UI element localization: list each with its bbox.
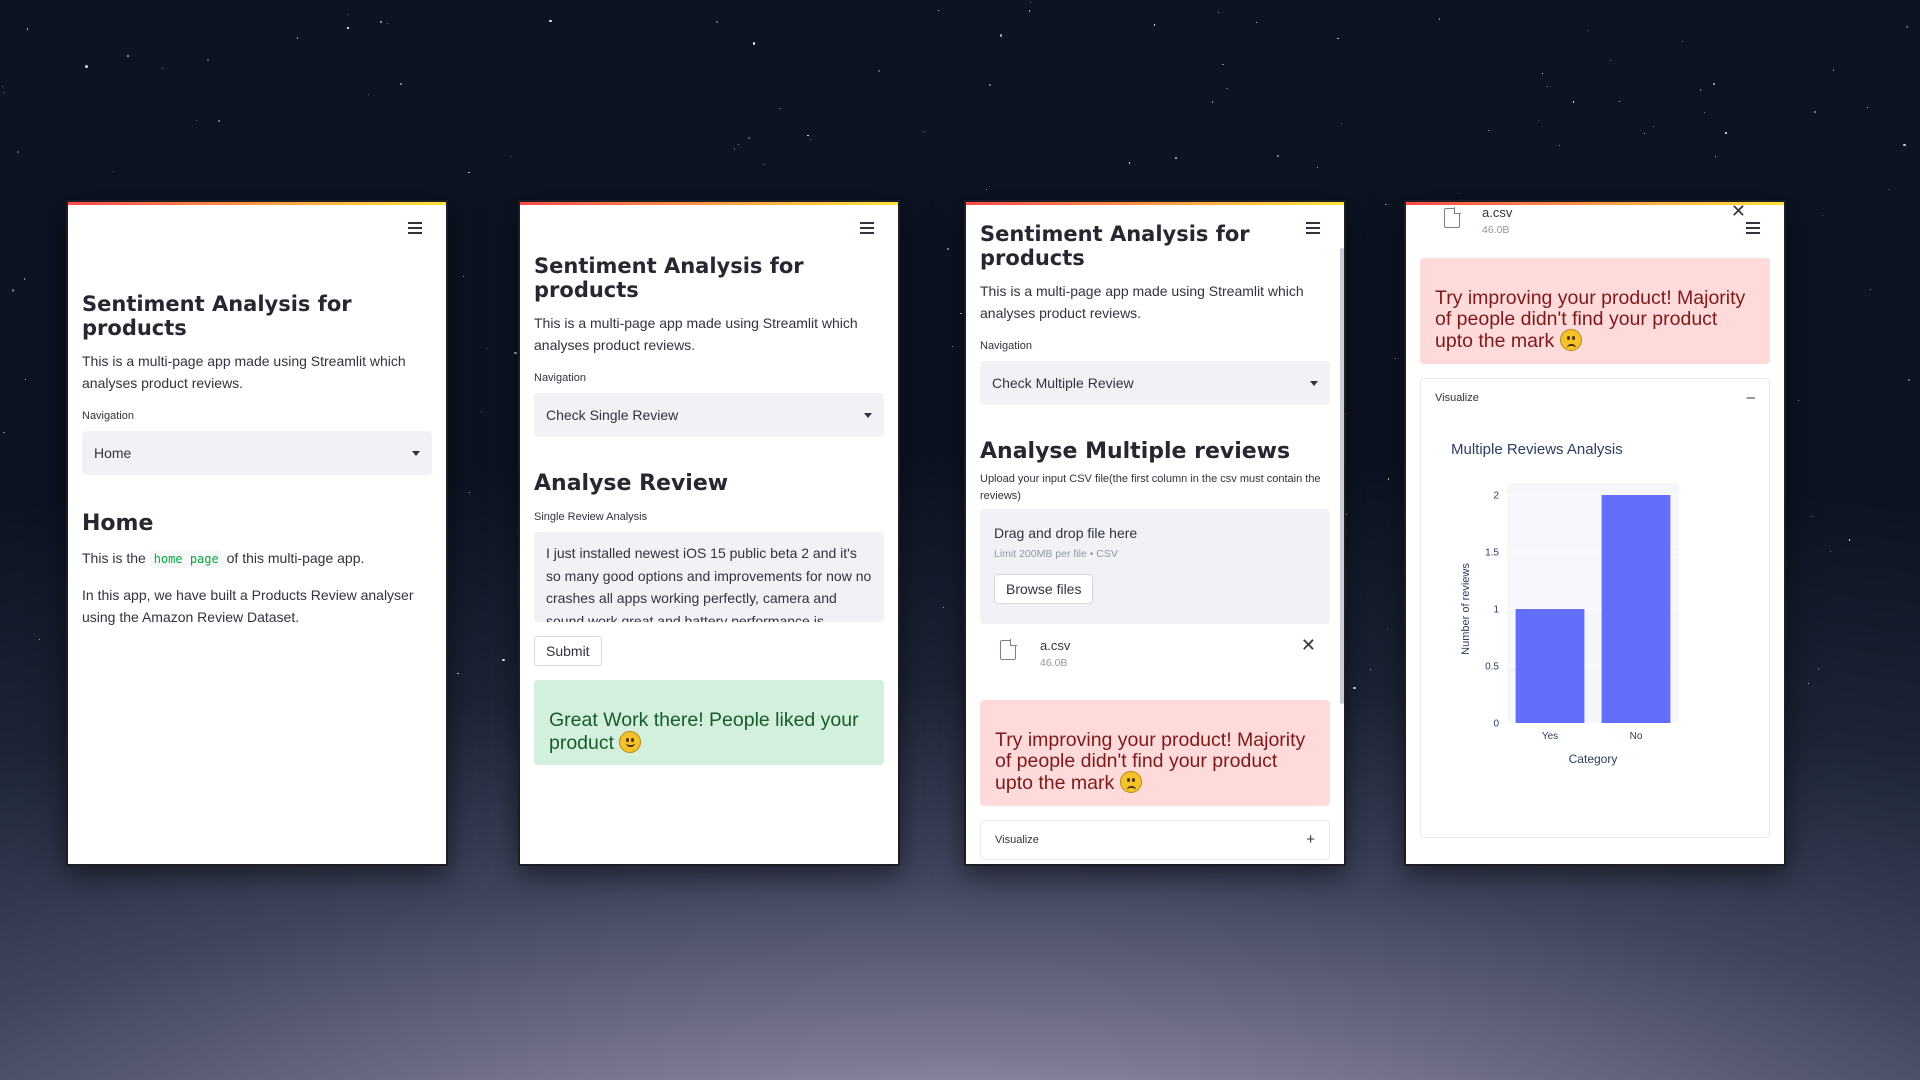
review-textarea[interactable]: I just installed newest iOS 15 public be…: [534, 532, 884, 622]
visualize-expander[interactable]: Visualize – Multiple Reviews Analysis 00…: [1420, 377, 1770, 838]
sad-emoji-icon: [1119, 771, 1142, 793]
sad-emoji-icon: [1559, 329, 1582, 351]
bar-no: [1601, 494, 1671, 723]
panel-multiple-reviews: Sentiment Analysis for products This is …: [964, 200, 1346, 866]
home-intro-text: This is the home page of this multi-page…: [82, 547, 432, 570]
panel-single-review: Sentiment Analysis for products This is …: [518, 200, 900, 866]
file-size: 46.0B: [1482, 224, 1510, 236]
upload-label: Upload your input CSV file(the first col…: [980, 473, 1321, 502]
home-paragraph: In this app, we have built a Products Re…: [82, 587, 414, 625]
file-size: 46.0B: [1040, 657, 1068, 669]
hamburger-menu-icon[interactable]: [1746, 222, 1760, 234]
uploaded-file-row: a.csv 46.0B ✕: [980, 632, 1330, 686]
navigation-select-value: Check Single Review: [546, 407, 679, 423]
visualize-expander[interactable]: Visualize +: [980, 819, 1330, 860]
file-name: a.csv: [1040, 638, 1071, 653]
chart-title: Multiple Reviews Analysis: [1451, 440, 1623, 458]
navigation-select-value: Check Multiple Review: [992, 375, 1134, 391]
hamburger-menu-icon[interactable]: [408, 222, 422, 234]
app-title: Sentiment Analysis for products: [82, 292, 352, 340]
x-tick-label: Yes: [1542, 731, 1558, 742]
file-dropzone[interactable]: Drag and drop file here Limit 200MB per …: [980, 509, 1330, 624]
y-tick-label: 0: [1493, 718, 1499, 729]
success-alert: Great Work there! People liked your prod…: [534, 680, 884, 765]
bar-yes: [1515, 608, 1585, 723]
browse-files-button[interactable]: Browse files: [994, 574, 1094, 604]
error-alert: Try improving your product! Majority of …: [980, 700, 1330, 806]
expander-label: Visualize: [995, 833, 1039, 846]
x-axis-label: Category: [1569, 752, 1618, 766]
navigation-select-value: Home: [94, 445, 132, 461]
home-heading: Home: [82, 511, 154, 536]
home-intro-after: of this multi-page app.: [222, 550, 365, 566]
chevron-down-icon: [412, 450, 420, 456]
y-tick-label: 1: [1493, 604, 1499, 615]
file-icon: [1444, 207, 1461, 228]
error-message: Try improving your product! Majority of …: [1435, 287, 1746, 352]
navigation-label: Navigation: [82, 410, 134, 422]
minus-icon: –: [1746, 389, 1755, 406]
home-page-code: home page: [149, 550, 223, 568]
smiley-emoji-icon: [619, 730, 642, 753]
single-review-label: Single Review Analysis: [534, 511, 648, 523]
app-description: This is a multi-page app made using Stre…: [534, 315, 858, 353]
y-tick-label: 1.5: [1485, 547, 1499, 558]
panel-visualize: ✕ a.csv 46.0B Try improving your product…: [1404, 200, 1786, 866]
panel-home: Sentiment Analysis for products This is …: [66, 200, 448, 866]
app-title: Sentiment Analysis for products: [980, 222, 1250, 270]
navigation-label: Navigation: [980, 340, 1032, 352]
file-icon: [1000, 639, 1017, 660]
expander-label: Visualize: [1435, 391, 1479, 404]
bar-chart: 0 0.5 1 1.5 2 Yes No Category Number of reviews: [1460, 482, 1679, 766]
app-description: This is a multi-page app made using Stre…: [980, 283, 1304, 321]
analyse-review-heading: Analyse Review: [534, 471, 729, 496]
chevron-down-icon: [864, 412, 872, 418]
dropzone-limit: Limit 200MB per file • CSV: [994, 548, 1118, 560]
y-tick-label: 2: [1493, 490, 1499, 501]
dropzone-title: Drag and drop file here: [994, 525, 1138, 541]
chevron-down-icon: [1310, 380, 1318, 386]
navigation-select[interactable]: Check Multiple Review: [980, 361, 1330, 405]
success-message: Great Work there! People liked your prod…: [549, 709, 859, 754]
y-tick-label: 0.5: [1485, 661, 1499, 672]
navigation-select[interactable]: Home: [82, 431, 432, 475]
submit-button[interactable]: Submit: [534, 636, 602, 666]
app-title: Sentiment Analysis for products: [534, 254, 804, 302]
plus-icon: +: [1306, 831, 1315, 848]
navigation-label: Navigation: [534, 372, 586, 384]
error-alert: Try improving your product! Majority of …: [1420, 258, 1770, 364]
y-axis-label: Number of reviews: [1460, 562, 1472, 654]
hamburger-menu-icon[interactable]: [860, 222, 874, 234]
x-tick-label: No: [1630, 731, 1643, 742]
scrollbar[interactable]: [1340, 248, 1344, 704]
home-intro-before: This is the: [82, 550, 150, 566]
navigation-select[interactable]: Check Single Review: [534, 393, 884, 437]
app-description: This is a multi-page app made using Stre…: [82, 353, 406, 391]
close-icon[interactable]: ✕: [1301, 636, 1316, 654]
error-message: Try improving your product! Majority of …: [995, 729, 1306, 794]
uploaded-file-row: a.csv 46.0B: [1406, 202, 1746, 244]
analyse-multiple-heading: Analyse Multiple reviews: [980, 439, 1291, 464]
file-name: a.csv: [1482, 205, 1513, 220]
